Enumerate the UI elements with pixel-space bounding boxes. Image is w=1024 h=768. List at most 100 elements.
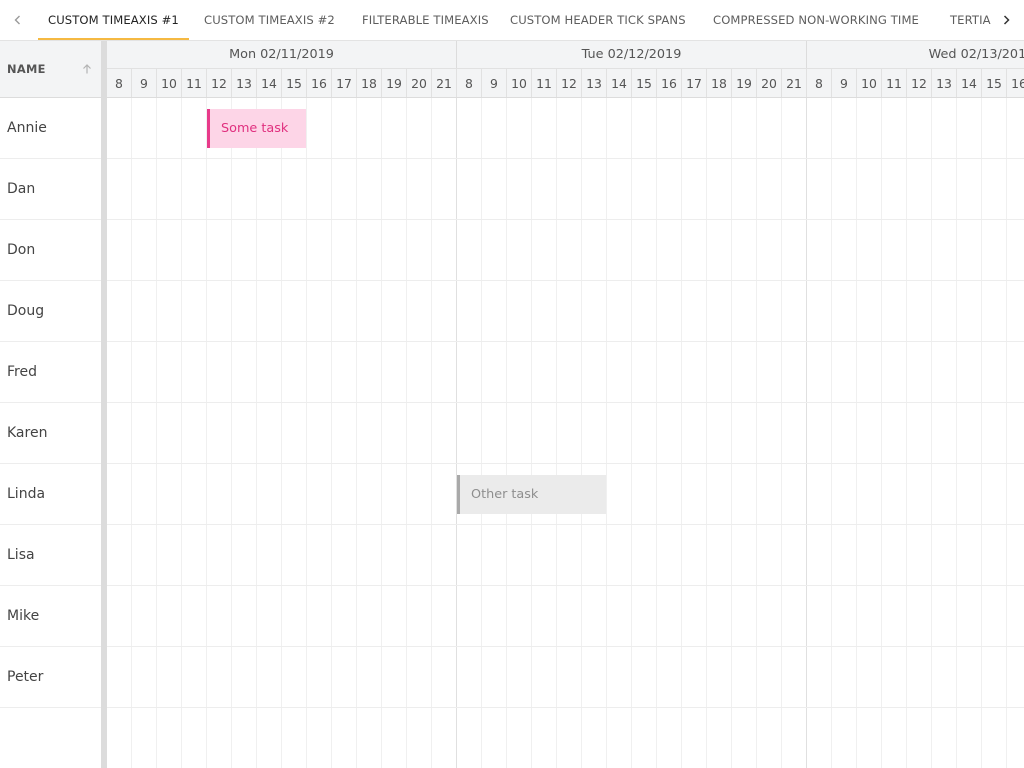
grid-column-line [956,98,957,768]
tab-custom-header-tick-spans[interactable]: CUSTOM HEADER TICK SPANS [500,0,696,40]
chevron-right-icon [1003,15,1010,25]
grid-column-line [781,98,782,768]
hour-header-cell: 17 [332,69,357,97]
grid-column-line [581,98,582,768]
grid-column-line [406,98,407,768]
hour-header-row: 8 9 10 11 12 13 14 15 16 17 18 19 20 21 8 9 10 11 12 13 14 15… [107,68,1024,97]
grid-column-line [856,98,857,768]
grid-column-line [831,98,832,768]
scroll-tabs-right-button[interactable] [994,0,1018,40]
arrow-up-icon[interactable] [81,63,93,75]
hour-header-cell: 19 [382,69,407,97]
grid-column-line [1006,98,1007,768]
day-header-row: Mon 02/11/2019 Tue 02/12/2019 Wed 02/13/… [107,41,1024,68]
resource-column: Annie Dan Don Doug Fred Karen Linda Lisa… [0,98,101,768]
tab-tertiary[interactable]: TERTIA [940,0,993,40]
scroll-tabs-left-button[interactable] [7,0,29,40]
hour-header-cell: 10 [157,69,182,97]
grid-column-line [706,98,707,768]
event-some-task[interactable]: Some task [207,109,306,148]
chevron-left-icon [14,15,20,25]
hour-header-cell: 19 [732,69,757,97]
grid-column-line [881,98,882,768]
tab-custom-timeaxis-2[interactable]: CUSTOM TIMEAXIS #2 [194,0,345,40]
resource-row-doug[interactable]: Doug [0,281,101,342]
grid-column-line [806,98,807,768]
resource-row-linda[interactable]: Linda [0,464,101,525]
resource-row-annie[interactable]: Annie [0,98,101,159]
hour-header-cell: 20 [757,69,782,97]
grid-row-line [107,280,1024,281]
grid-column-line [731,98,732,768]
resource-row-mike[interactable]: Mike [0,586,101,647]
hour-header-cell: 8 [457,69,482,97]
hour-header-cell: 21 [782,69,807,97]
grid-row-line [107,646,1024,647]
hour-header-cell: 18 [357,69,382,97]
hour-header-cell: 21 [432,69,457,97]
hour-header-cell: 15 [282,69,307,97]
grid-column-line [656,98,657,768]
hour-header-cell: 14 [607,69,632,97]
name-column-label: NAME [7,62,46,76]
grid-column-line [206,98,207,768]
day-header-wed: Wed 02/13/2019 [807,41,1024,68]
time-axis-header: Mon 02/11/2019 Tue 02/12/2019 Wed 02/13/… [107,41,1024,98]
hour-header-cell: 17 [682,69,707,97]
resource-row-lisa[interactable]: Lisa [0,525,101,586]
grid-column-line [981,98,982,768]
resource-row-fred[interactable]: Fred [0,342,101,403]
resource-row-dan[interactable]: Dan [0,159,101,220]
grid-row-line [107,585,1024,586]
hour-header-cell: 11 [182,69,207,97]
resource-row-don[interactable]: Don [0,220,101,281]
hour-header-cell: 14 [957,69,982,97]
grid-column-line [531,98,532,768]
event-other-task[interactable]: Other task [457,475,606,514]
grid-row-line [107,524,1024,525]
grid-column-line [606,98,607,768]
resource-row-karen[interactable]: Karen [0,403,101,464]
hour-header-cell: 8 [807,69,832,97]
grid-row-line [107,463,1024,464]
grid-column-line [156,98,157,768]
grid-column-line [181,98,182,768]
hour-header-cell: 13 [932,69,957,97]
grid-column-line [556,98,557,768]
grid-column-line [306,98,307,768]
day-header-tue: Tue 02/12/2019 [457,41,807,68]
hour-header-cell: 18 [707,69,732,97]
hour-header-cell: 11 [532,69,557,97]
grid-column-line [756,98,757,768]
hour-header-cell: 9 [132,69,157,97]
grid-row-line [107,707,1024,708]
schedule-body[interactable]: Some task Other task [107,98,1024,768]
hour-header-cell: 15 [982,69,1007,97]
hour-header-cell: 12 [557,69,582,97]
tab-filterable-timeaxis[interactable]: FILTERABLE TIMEAXIS [352,0,499,40]
grid-column-line [631,98,632,768]
hour-header-cell: 12 [907,69,932,97]
grid-column-line [131,98,132,768]
tab-compressed-non-working-time[interactable]: COMPRESSED NON-WORKING TIME [703,0,929,40]
grid-column-line [456,98,457,768]
hour-header-cell: 10 [507,69,532,97]
hour-header-cell: 14 [257,69,282,97]
hour-header-cell: 16 [1007,69,1024,97]
grid-column-line [431,98,432,768]
hour-header-cell: 9 [482,69,507,97]
grid-column-line [231,98,232,768]
grid-column-line [931,98,932,768]
hour-header-cell: 9 [832,69,857,97]
grid-column-line [381,98,382,768]
resource-row-peter[interactable]: Peter [0,647,101,708]
hour-header-cell: 12 [207,69,232,97]
hour-header-cell: 10 [857,69,882,97]
grid-column-line [506,98,507,768]
grid-column-line [906,98,907,768]
hour-header-cell: 13 [582,69,607,97]
name-column-header[interactable]: NAME [0,41,101,98]
tabs-strip: CUSTOM TIMEAXIS #1 CUSTOM TIMEAXIS #2 FI… [38,0,993,40]
tab-custom-timeaxis-1[interactable]: CUSTOM TIMEAXIS #1 [38,0,189,40]
grid-row-line [107,402,1024,403]
